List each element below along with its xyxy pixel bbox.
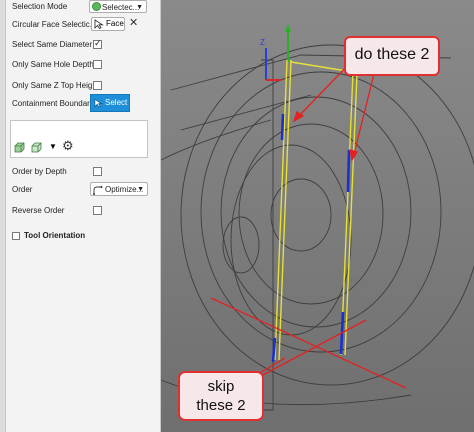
skip-these-callout: skip these 2 [178, 371, 264, 421]
tool-orientation-label: Tool Orientation [24, 231, 86, 240]
reverse-order-label: Reverse Order [12, 206, 65, 215]
boundary-sketch-icon[interactable] [31, 142, 42, 153]
selection-mode-dropdown[interactable]: Selectec... ▼ [89, 0, 147, 13]
cursor-arrow-icon [94, 19, 104, 29]
settings-gear-icon[interactable]: ⚙ [62, 139, 74, 152]
toolpath-order-icon [93, 186, 103, 195]
panel-edge [0, 0, 6, 432]
chevron-down-icon: ▼ [136, 4, 143, 11]
only-same-z-top-height-checkbox[interactable] [93, 81, 102, 90]
chevron-down-icon: ▼ [137, 186, 144, 193]
containment-boundary-select-button[interactable]: Select [90, 94, 130, 112]
cursor-arrow-icon [94, 98, 103, 108]
containment-boundary-label: Containment Boundary [12, 99, 94, 108]
do-these-callout: do these 2 [344, 36, 440, 76]
green-circle-icon [92, 2, 101, 11]
select-button-label: Select [105, 98, 128, 107]
only-same-hole-depth-checkbox[interactable] [93, 60, 102, 69]
boundary-face-icon[interactable] [14, 142, 25, 153]
tool-orientation-checkbox[interactable] [12, 232, 20, 240]
skip-these-line2: these 2 [196, 397, 246, 414]
drill-settings-panel: Selection Mode Selectec... ▼ Circular Fa… [0, 0, 161, 432]
hole-marker-top-left[interactable] [280, 113, 285, 141]
face-button-label: Face [106, 19, 124, 28]
order-by-depth-checkbox[interactable] [93, 167, 102, 176]
close-icon[interactable]: ✕ [129, 18, 138, 29]
hole-marker-top-right[interactable] [346, 149, 351, 193]
only-same-z-top-height-label: Only Same Z Top Heig... [12, 81, 99, 90]
skip-these-line1: skip [207, 378, 235, 395]
selection-mode-label: Selection Mode [12, 2, 68, 11]
selection-mode-value: Selectec... [102, 3, 140, 12]
boundary-selection-box[interactable]: ▼ ⚙ [10, 120, 148, 158]
face-select-button[interactable]: Face [91, 17, 125, 31]
axis-z-label: Z [260, 38, 265, 47]
circular-face-selection-label: Circular Face Selectic... [12, 20, 97, 29]
reverse-order-checkbox[interactable] [93, 206, 102, 215]
only-same-hole-depth-label: Only Same Hole Depth [12, 60, 94, 69]
select-same-diameter-label: Select Same Diameter [12, 40, 93, 49]
order-dropdown[interactable]: Optimize... ▼ [90, 182, 148, 196]
order-label: Order [12, 185, 33, 194]
order-by-depth-label: Order by Depth [12, 167, 67, 176]
select-same-diameter-checkbox[interactable] [93, 38, 102, 49]
do-these-text: do these 2 [354, 46, 430, 63]
dropdown-caret-icon[interactable]: ▼ [49, 142, 57, 152]
